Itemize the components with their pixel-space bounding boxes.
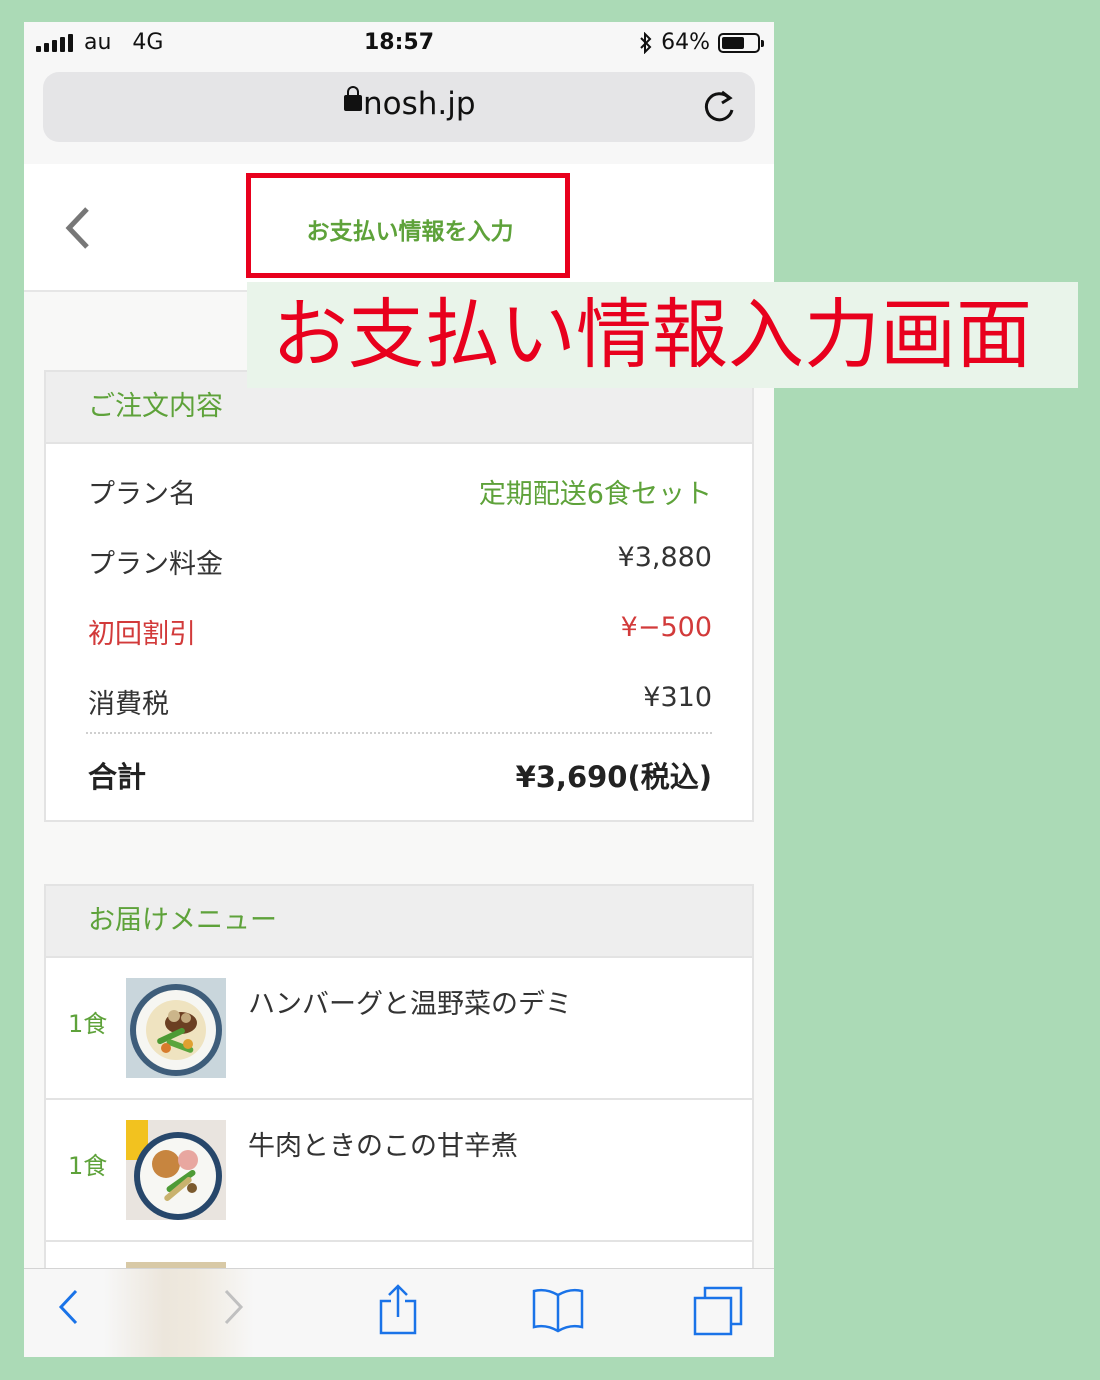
tax-label: 消費税 xyxy=(88,689,169,720)
dish-photo xyxy=(126,978,226,1078)
delivery-menu-heading: お届けメニュー xyxy=(46,886,752,958)
plan-price-label: プラン料金 xyxy=(88,549,223,580)
tax-row: 消費税 ¥310 xyxy=(46,654,752,732)
back-arrow-icon[interactable] xyxy=(56,1287,80,1327)
status-bar: au 4G 18:57 64% xyxy=(24,22,774,64)
url-text: nosh.jp xyxy=(363,86,476,122)
battery-percent: 64% xyxy=(661,30,710,55)
first-discount-row: 初回割引 ¥−500 xyxy=(46,584,752,654)
dish-name: ハンバーグと温野菜のデミ xyxy=(248,989,572,1020)
reload-icon[interactable] xyxy=(699,86,739,126)
first-discount-value: ¥−500 xyxy=(620,612,712,643)
delivery-menu-card: お届けメニュー 1食 ハンバーグと温野菜のデミ 1食 牛肉ときのこの甘辛煮 xyxy=(44,884,754,1357)
dish-photo xyxy=(126,1120,226,1220)
list-item[interactable]: 1食 ハンバーグと温野菜のデミ xyxy=(46,958,752,1100)
plan-price-row: プラン料金 ¥3,880 xyxy=(46,514,752,584)
annotation-label: お支払い情報入力画面 xyxy=(247,282,1078,388)
tabs-icon[interactable] xyxy=(692,1285,744,1337)
page-title: お支払い情報を入力 xyxy=(306,219,514,245)
plan-name-row: プラン名 定期配送6食セット xyxy=(46,444,752,514)
item-quantity: 1食 xyxy=(68,1152,108,1180)
forward-arrow-icon[interactable] xyxy=(222,1287,246,1327)
share-icon[interactable] xyxy=(377,1283,419,1335)
lock-icon xyxy=(344,86,362,111)
item-quantity: 1食 xyxy=(68,1010,108,1038)
total-label: 合計 xyxy=(88,760,147,794)
order-summary-card: ご注文内容 プラン名 定期配送6食セット プラン料金 ¥3,880 初回割引 ¥… xyxy=(44,370,754,822)
battery-icon xyxy=(718,32,764,53)
phone-screen: au 4G 18:57 64% nosh.jp お支払い情報を入力 ご注文内容 … xyxy=(24,22,774,1357)
plan-name-label: プラン名 xyxy=(88,479,196,510)
tax-value: ¥310 xyxy=(643,682,712,713)
address-bar[interactable]: nosh.jp xyxy=(43,72,755,142)
dish-name: 牛肉ときのこの甘辛煮 xyxy=(248,1131,518,1162)
total-value: ¥3,690(税込) xyxy=(515,760,712,794)
total-row: 合計 ¥3,690(税込) xyxy=(46,734,752,820)
bluetooth-icon xyxy=(640,31,652,54)
list-item[interactable]: 1食 牛肉ときのこの甘辛煮 xyxy=(46,1100,752,1242)
plan-price-value: ¥3,880 xyxy=(617,542,712,573)
bookmarks-icon[interactable] xyxy=(531,1287,585,1333)
browser-toolbar xyxy=(24,1268,774,1357)
page-header: お支払い情報を入力 xyxy=(24,164,774,292)
browser-address-area: nosh.jp xyxy=(24,64,774,165)
first-discount-label: 初回割引 xyxy=(88,619,196,650)
plan-name-value: 定期配送6食セット xyxy=(478,479,712,510)
